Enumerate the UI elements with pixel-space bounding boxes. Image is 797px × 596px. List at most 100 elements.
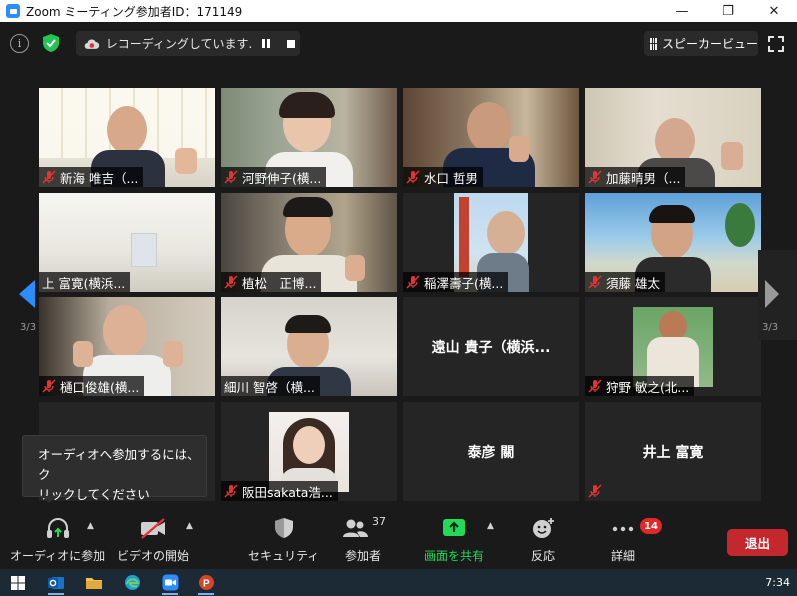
start-video-label: ビデオの開始 — [117, 549, 190, 563]
participant-name-center: 井上 富寛 — [642, 445, 704, 461]
participant-tile[interactable]: 加藤晴男（... — [585, 88, 761, 187]
thumbs-up — [175, 148, 197, 174]
video-options-caret-icon[interactable]: ▲ — [186, 521, 193, 531]
mic-muted-icon — [224, 275, 238, 289]
participant-name: 稲澤壽子(横... — [424, 275, 504, 291]
participant-nametag: 細川 智啓（横... — [221, 376, 320, 396]
participant-tile[interactable]: 須藤 雄太 — [585, 193, 761, 292]
participant-nametag: 新海 唯吉（... — [39, 167, 144, 187]
participant-name: 樋口俊雄(横... — [60, 379, 140, 395]
participant-nametag: 加藤晴男（... — [585, 167, 686, 187]
participant-tile[interactable]: 上 富寛(横浜... — [39, 193, 215, 292]
mic-muted-icon — [224, 170, 238, 184]
participant-tile-no-video[interactable]: 遠山 貴子（横浜... — [403, 297, 579, 396]
participant-tile[interactable]: 樋口俊雄(横... — [39, 297, 215, 396]
outlook-icon[interactable] — [45, 572, 67, 595]
thumbs-up — [163, 341, 183, 367]
participant-nametag: 河野伸子(横... — [221, 167, 327, 187]
edge-icon[interactable] — [121, 572, 143, 593]
participant-tile[interactable]: 河野伸子(横... — [221, 88, 397, 187]
mic-muted-icon — [224, 484, 238, 498]
speaker-view-button[interactable]: スピーカービュー — [644, 31, 758, 56]
join-audio-tooltip: オーディオへ参加するには、ク リックしてください — [22, 435, 207, 502]
zoom-app-icon — [6, 4, 20, 18]
cloud-recording-icon — [84, 38, 100, 49]
zoom-meeting-window: Zoom ミーティング参加者ID：171149 — ❐ ✕ i レコーディングし… — [0, 0, 797, 596]
share-screen-icon — [443, 519, 465, 536]
participant-face — [107, 106, 147, 154]
participant-nametag — [585, 481, 608, 501]
pause-recording-button[interactable] — [257, 35, 275, 53]
more-label: 詳細 — [610, 549, 635, 563]
video-off-icon — [141, 518, 165, 539]
participant-tile[interactable]: 水口 哲男 — [403, 88, 579, 187]
participant-name: 新海 唯吉（... — [60, 170, 139, 186]
participant-face — [293, 426, 325, 464]
participant-hair — [279, 92, 335, 118]
tooltip-line-1: オーディオへ参加するには、ク — [38, 447, 200, 482]
participant-tile[interactable]: 稲澤壽子(横... — [403, 193, 579, 292]
meeting-toolbar: オーディオに参加 ▲ ビデオの開始 ▲ セキュリティ 37 参加者 画面を共有 … — [0, 507, 797, 569]
zoom-icon[interactable] — [159, 572, 181, 595]
mic-muted-icon — [42, 379, 56, 393]
wall-poster — [131, 233, 157, 267]
participant-tile-no-video[interactable]: 井上 富寛 — [585, 402, 761, 501]
participant-tile[interactable]: 狩野 敏之(北... — [585, 297, 761, 396]
start-video-button[interactable]: ビデオの開始 — [117, 515, 189, 564]
participant-nametag: 狩野 敏之(北... — [585, 376, 695, 396]
participant-tile[interactable]: 新海 唯吉（... — [39, 88, 215, 187]
mic-muted-icon — [588, 379, 602, 393]
participant-hair — [283, 197, 333, 217]
participant-face — [103, 305, 147, 357]
participants-icon — [343, 519, 368, 537]
security-button[interactable]: セキュリティ — [248, 515, 319, 564]
taskbar-clock: 7:34 — [765, 576, 790, 589]
share-screen-button[interactable]: 画面を共有 — [424, 515, 484, 564]
close-button[interactable]: ✕ — [751, 0, 797, 22]
windows-start-icon[interactable] — [7, 572, 29, 593]
security-shield-icon — [274, 518, 293, 538]
mic-muted-icon — [588, 170, 602, 184]
speaker-view-label: スピーカービュー — [661, 37, 758, 51]
participants-button[interactable]: 37 参加者 — [340, 515, 386, 564]
minimize-button[interactable]: — — [659, 0, 705, 22]
meeting-top-bar: i レコーディングしています... スピーカービュー — [0, 22, 797, 66]
powerpoint-icon[interactable]: P — [195, 572, 217, 595]
share-options-caret-icon[interactable]: ▲ — [487, 521, 494, 531]
recording-indicator: レコーディングしています... — [76, 31, 300, 56]
participant-name: 上 富寛(横浜... — [42, 275, 126, 291]
fullscreen-icon[interactable] — [767, 35, 785, 53]
participant-tile[interactable]: 植松 正博... — [221, 193, 397, 292]
page-indicator-left: 3/3 — [20, 322, 37, 333]
more-button[interactable]: 詳細 — [610, 515, 636, 564]
participant-name: 加藤晴男（... — [606, 170, 681, 186]
info-icon[interactable]: i — [10, 34, 29, 53]
participant-hair — [649, 205, 695, 223]
participant-nametag: 水口 哲男 — [403, 167, 483, 187]
shield-check-icon[interactable] — [40, 32, 62, 54]
participant-nametag: 樋口俊雄(横... — [39, 376, 145, 396]
audio-options-caret-icon[interactable]: ▲ — [87, 521, 94, 531]
participant-name: 細川 智啓（横... — [224, 379, 315, 395]
headphones-icon — [46, 518, 69, 538]
participant-name-center: 遠山 貴子（横浜... — [431, 340, 551, 356]
restore-button[interactable]: ❐ — [705, 0, 751, 22]
participant-name: 阪田sakata浩... — [242, 484, 333, 500]
participant-name-center: 泰彦 關 — [467, 445, 515, 461]
participant-name: 水口 哲男 — [424, 170, 478, 186]
leave-meeting-button[interactable]: 退出 — [727, 529, 788, 556]
recording-status-text: レコーディングしています... — [105, 37, 253, 51]
stop-recording-button[interactable] — [282, 35, 300, 53]
participant-tile[interactable]: 細川 智啓（横... — [221, 297, 397, 396]
view-layout-icon — [650, 37, 657, 50]
reactions-button[interactable]: 反応 — [530, 515, 556, 564]
participant-face — [487, 211, 525, 255]
participant-tile[interactable]: 阪田sakata浩... — [221, 402, 397, 501]
participant-name: 須藤 雄太 — [606, 275, 660, 291]
participant-name: 狩野 敏之(北... — [606, 379, 690, 395]
participant-tile-no-video[interactable]: 泰彦 關 — [403, 402, 579, 501]
bridge-tower — [459, 197, 469, 277]
file-explorer-icon[interactable] — [83, 572, 105, 593]
participant-nametag: 阪田sakata浩... — [221, 481, 338, 501]
participant-name: 河野伸子(横... — [242, 170, 322, 186]
